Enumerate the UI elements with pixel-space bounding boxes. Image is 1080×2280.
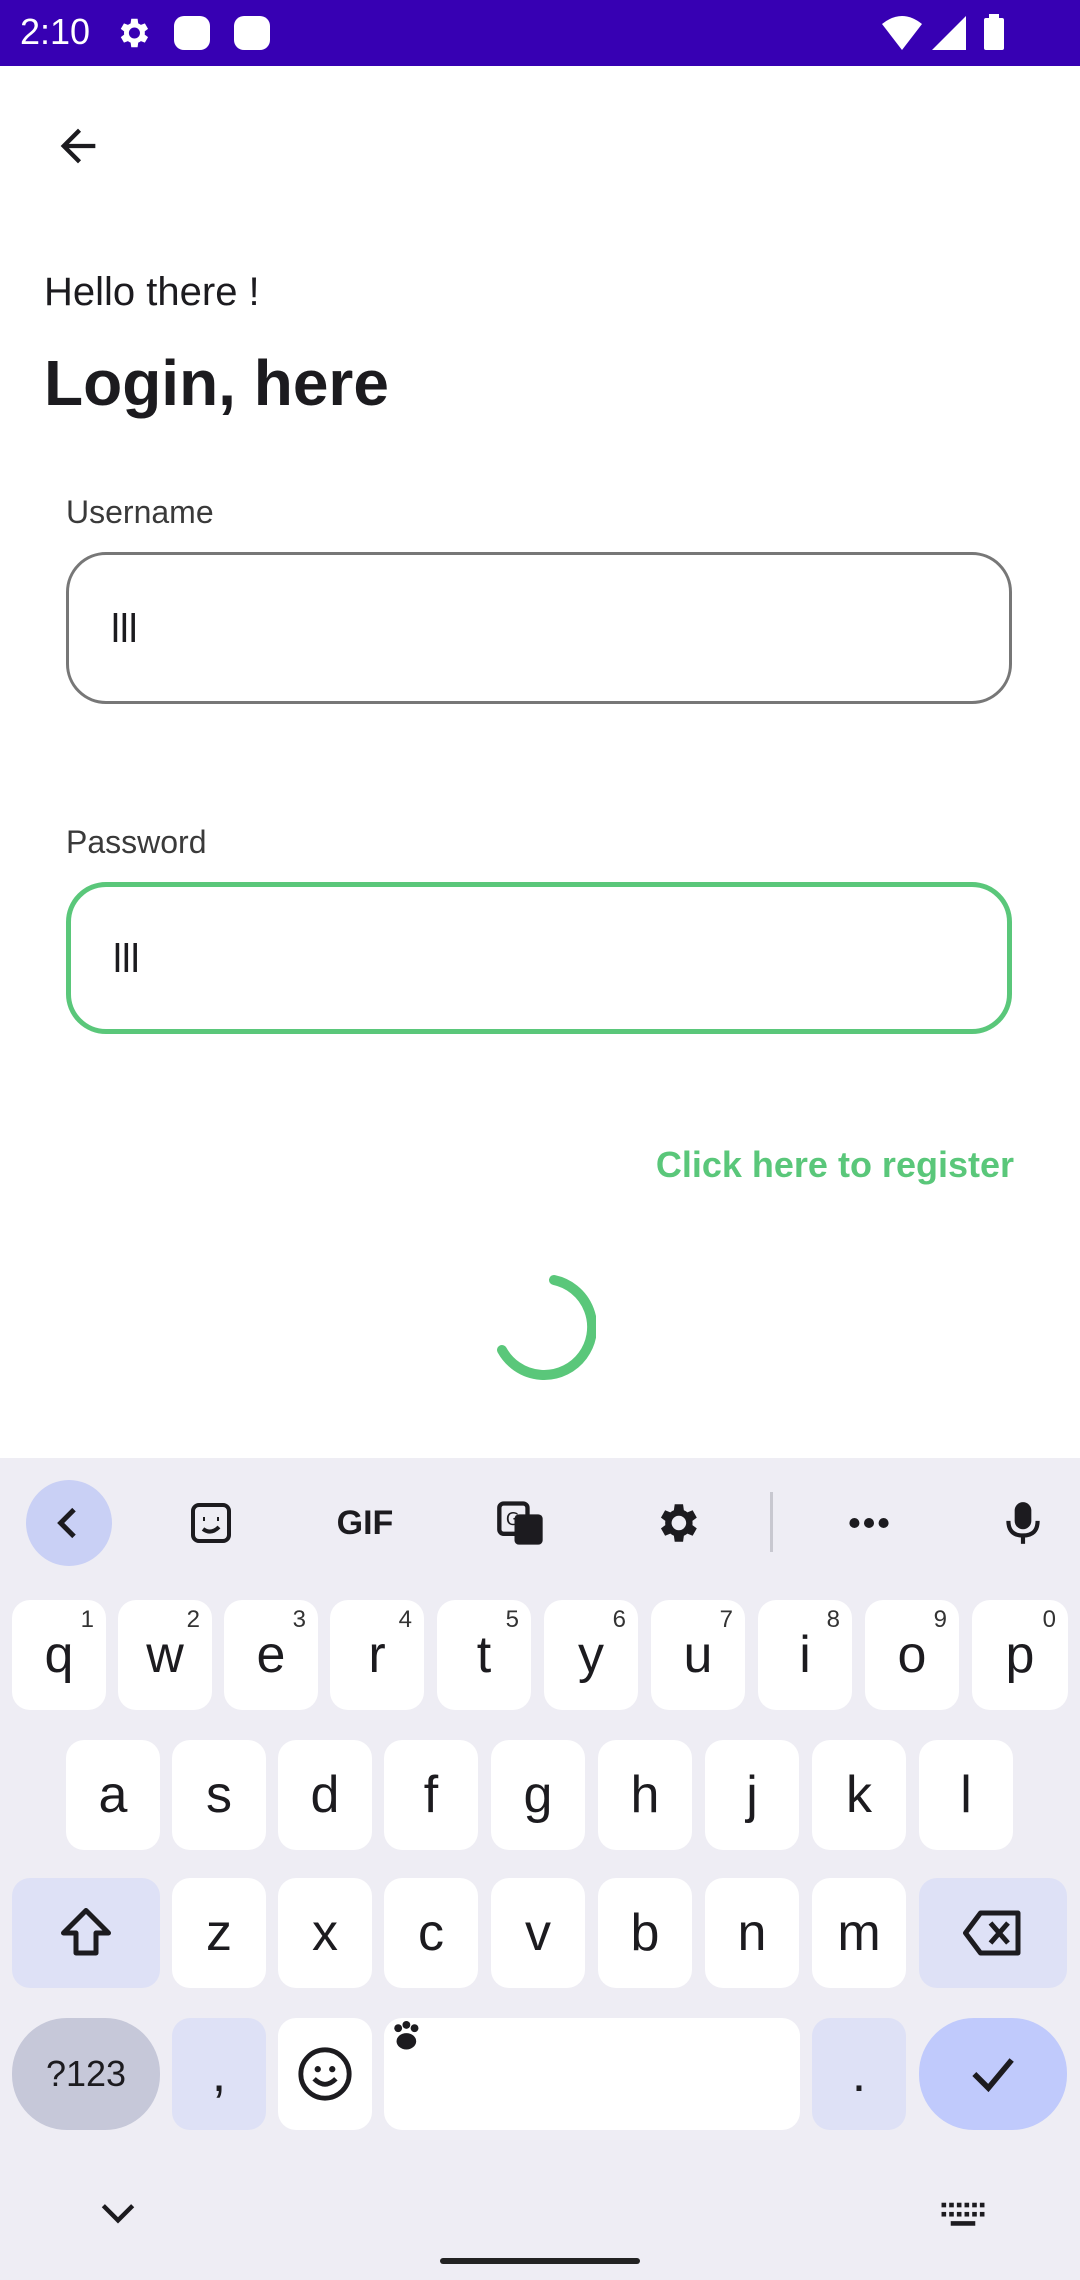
more-horiz-icon: [849, 1518, 889, 1528]
symbols-key[interactable]: ?123: [12, 2018, 160, 2130]
key-o[interactable]: o9: [865, 1600, 959, 1710]
keyboard-icon: [941, 2202, 985, 2226]
greeting-text: Hello there !: [44, 270, 260, 314]
gear-icon: [660, 1504, 697, 1542]
wifi-icon: [880, 14, 924, 57]
key-d[interactable]: d: [278, 1740, 372, 1850]
hide-keyboard-button[interactable]: [96, 2198, 140, 2233]
gif-button[interactable]: GIF: [322, 1480, 408, 1566]
svg-text:G: G: [506, 1510, 519, 1530]
keyboard-switch-button[interactable]: [940, 2200, 986, 2235]
key-w[interactable]: w2: [118, 1600, 212, 1710]
emoji-icon: [298, 2047, 352, 2101]
password-field[interactable]: [66, 882, 1012, 1034]
voice-input-button[interactable]: [980, 1480, 1066, 1566]
back-button[interactable]: [40, 108, 116, 184]
check-icon: [972, 2058, 1014, 2093]
key-f[interactable]: f: [384, 1740, 478, 1850]
username-label: Username: [66, 494, 214, 530]
key-c[interactable]: c: [384, 1878, 478, 1988]
key-k[interactable]: k: [812, 1740, 906, 1850]
key-x[interactable]: x: [278, 1878, 372, 1988]
key-m[interactable]: m: [812, 1878, 906, 1988]
key-l[interactable]: l: [919, 1740, 1013, 1850]
backspace-key[interactable]: [919, 1878, 1067, 1988]
paw-icon: [394, 2020, 419, 2050]
keyboard: GIF G q1 w2 e3 r4 t5 y6 u7 i8 o9 p0 a s …: [0, 1458, 1080, 2280]
sticker-icon: [191, 1503, 231, 1543]
key-e[interactable]: e3: [224, 1600, 318, 1710]
translate-icon: G: [497, 1501, 543, 1545]
gesture-bar[interactable]: [440, 2258, 640, 2264]
status-bar: 2:10: [0, 0, 1080, 66]
more-button[interactable]: [826, 1480, 912, 1566]
space-key[interactable]: [384, 2018, 800, 2130]
sticker-button[interactable]: [168, 1480, 254, 1566]
key-t[interactable]: t5: [437, 1600, 531, 1710]
key-v[interactable]: v: [491, 1878, 585, 1988]
key-a[interactable]: a: [66, 1740, 160, 1850]
username-field[interactable]: [66, 552, 1012, 704]
page-title: Login, here: [44, 347, 389, 419]
key-p[interactable]: p0: [972, 1600, 1068, 1710]
chevron-left-icon: [57, 1507, 76, 1539]
status-time: 2:10: [20, 11, 91, 52]
keyboard-settings-button[interactable]: [634, 1480, 720, 1566]
key-u[interactable]: u7: [651, 1600, 745, 1710]
keyboard-toolbar: GIF G: [0, 1458, 1080, 1588]
password-label: Password: [66, 824, 207, 860]
key-n[interactable]: n: [705, 1878, 799, 1988]
done-key[interactable]: [919, 2018, 1067, 2130]
chevron-down-icon: [101, 2204, 135, 2224]
key-g[interactable]: g: [491, 1740, 585, 1850]
register-link[interactable]: Click here to register: [656, 1144, 1014, 1186]
battery-icon: [982, 14, 1006, 57]
translate-button[interactable]: G: [478, 1480, 564, 1566]
key-h[interactable]: h: [598, 1740, 692, 1850]
key-s[interactable]: s: [172, 1740, 266, 1850]
toolbar-divider: [770, 1492, 773, 1552]
shift-icon: [61, 1908, 111, 1956]
collapse-toolbar-button[interactable]: [26, 1480, 112, 1566]
password-input[interactable]: [111, 887, 975, 1031]
notification-icon: [172, 14, 212, 57]
key-b[interactable]: b: [598, 1878, 692, 1988]
backspace-icon: [963, 1910, 1021, 1956]
comma-key[interactable]: ,: [172, 2018, 266, 2130]
key-j[interactable]: j: [705, 1740, 799, 1850]
mic-icon: [1006, 1502, 1040, 1544]
arrow-back-icon: [60, 128, 96, 164]
emoji-key[interactable]: [278, 2018, 372, 2130]
loading-spinner: [497, 1275, 596, 1380]
shift-key[interactable]: [12, 1878, 160, 1988]
username-input[interactable]: [109, 555, 973, 703]
period-key[interactable]: .: [812, 2018, 906, 2130]
signal-icon: [930, 14, 968, 57]
key-q[interactable]: q1: [12, 1600, 106, 1710]
key-i[interactable]: i8: [758, 1600, 852, 1710]
settings-status-icon: [114, 14, 152, 57]
key-z[interactable]: z: [172, 1878, 266, 1988]
key-y[interactable]: y6: [544, 1600, 638, 1710]
notification-icon: [232, 14, 272, 57]
key-r[interactable]: r4: [330, 1600, 424, 1710]
